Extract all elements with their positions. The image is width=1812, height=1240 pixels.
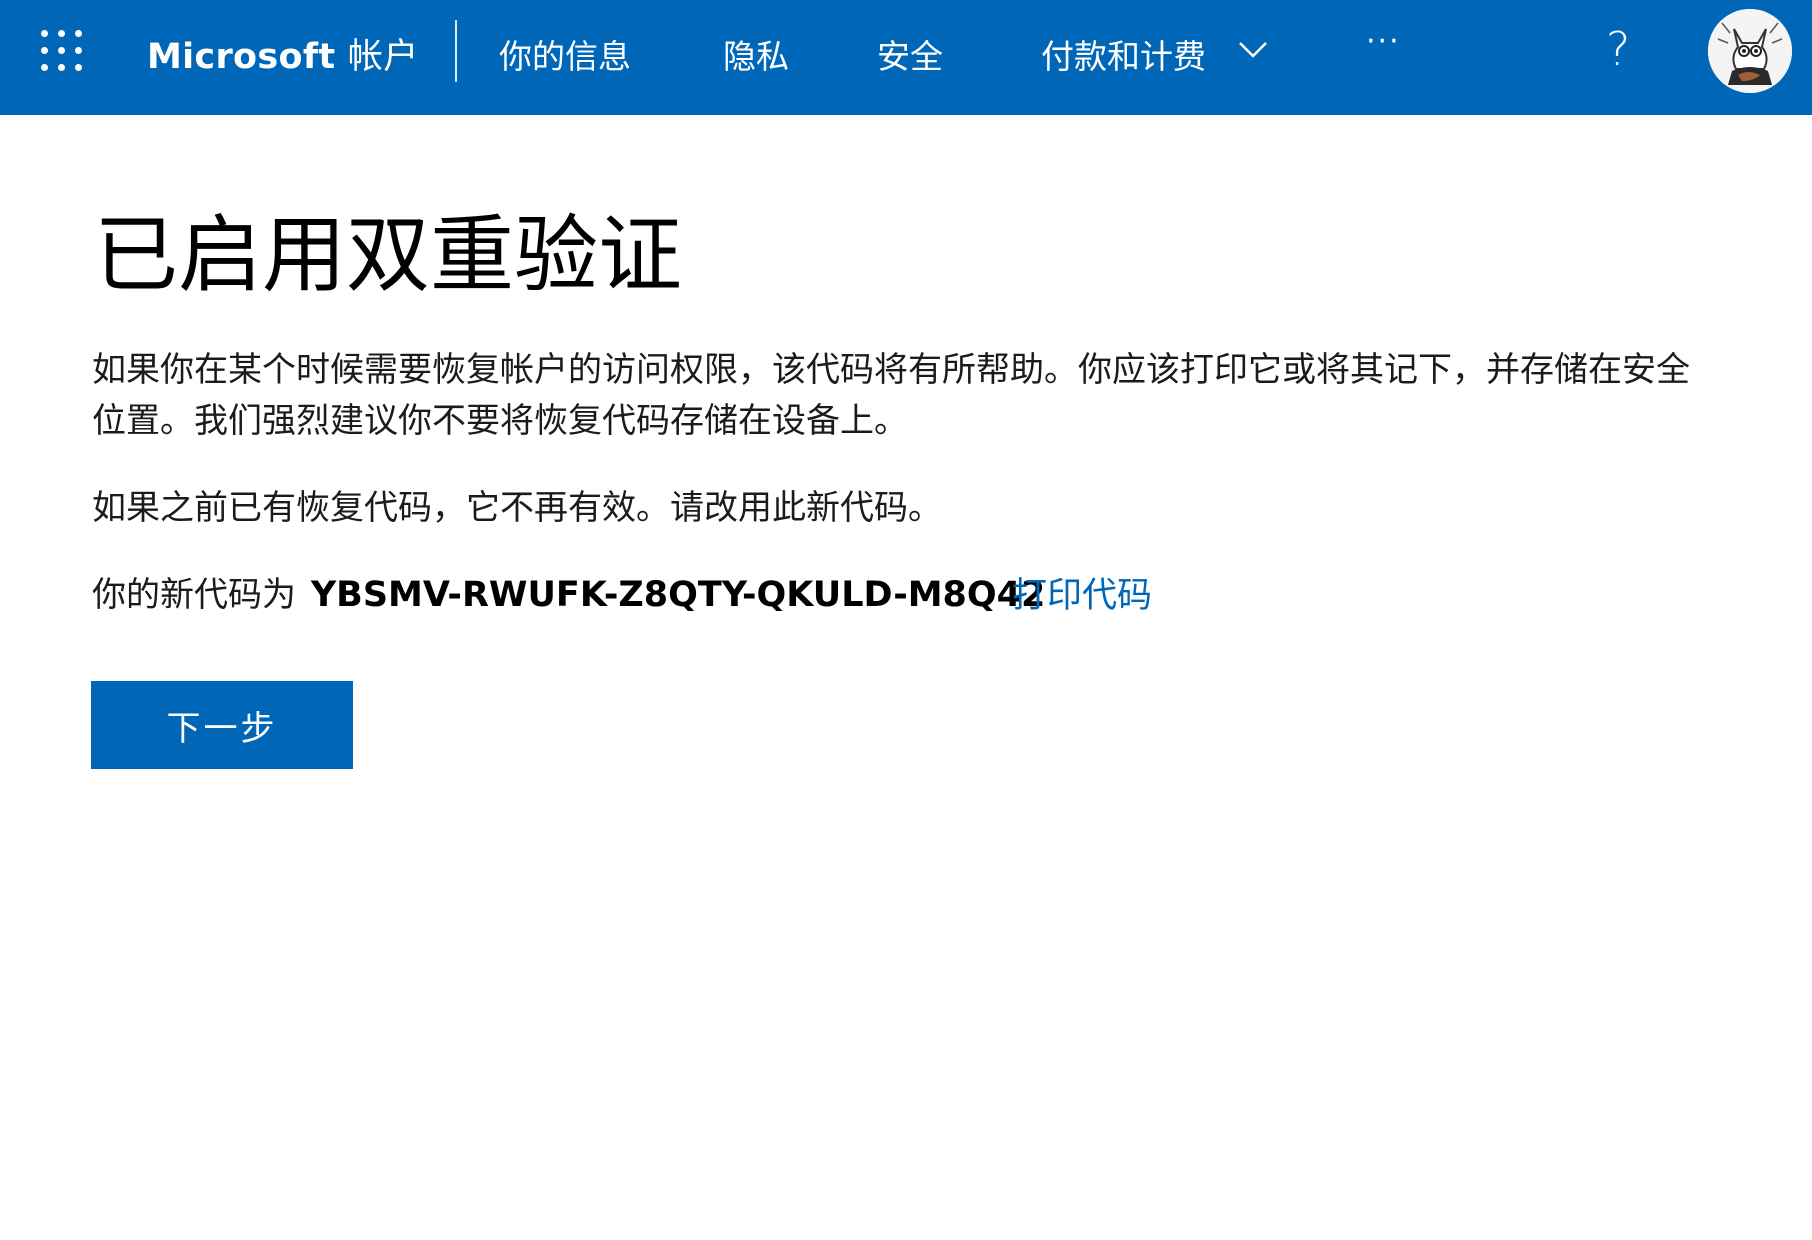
avatar-image xyxy=(1708,9,1792,93)
nav-billing[interactable]: 付款和计费 xyxy=(1041,30,1206,78)
nav-security[interactable]: 安全 xyxy=(877,30,943,78)
brand-link[interactable]: Microsoft 帐户 xyxy=(147,28,419,79)
nav-privacy[interactable]: 隐私 xyxy=(723,30,789,78)
app-launcher-icon[interactable] xyxy=(41,30,83,72)
more-options-icon[interactable]: ··· xyxy=(1366,24,1401,59)
avatar[interactable] xyxy=(1708,9,1792,93)
help-icon[interactable]: ? xyxy=(1606,22,1630,76)
brand-suffix: 帐户 xyxy=(347,37,419,77)
chevron-down-icon[interactable] xyxy=(1238,40,1268,60)
recovery-code-line: 你的新代码为 YBSMV-RWUFK-Z8QTY-QKULD-M8Q42 xyxy=(92,567,1045,616)
page-title: 已启用双重验证 xyxy=(94,206,683,304)
next-button[interactable]: 下一步 xyxy=(91,681,353,769)
brand-name: Microsoft xyxy=(147,37,336,77)
recovery-code: YBSMV-RWUFK-Z8QTY-QKULD-M8Q42 xyxy=(310,575,1046,615)
print-code-link[interactable]: 打印代码 xyxy=(1012,567,1152,618)
recovery-description: 如果你在某个时候需要恢复帐户的访问权限，该代码将有所帮助。你应该打印它或将其记下… xyxy=(92,350,1690,441)
code-prefix: 你的新代码为 xyxy=(92,575,296,615)
top-navigation-bar: Microsoft 帐户 你的信息 隐私 安全 付款和计费 ··· ? xyxy=(0,0,1812,115)
header-divider xyxy=(455,20,457,82)
previous-code-notice: 如果之前已有恢复代码，它不再有效。请改用此新代码。 xyxy=(92,488,942,528)
nav-your-info[interactable]: 你的信息 xyxy=(499,30,631,78)
